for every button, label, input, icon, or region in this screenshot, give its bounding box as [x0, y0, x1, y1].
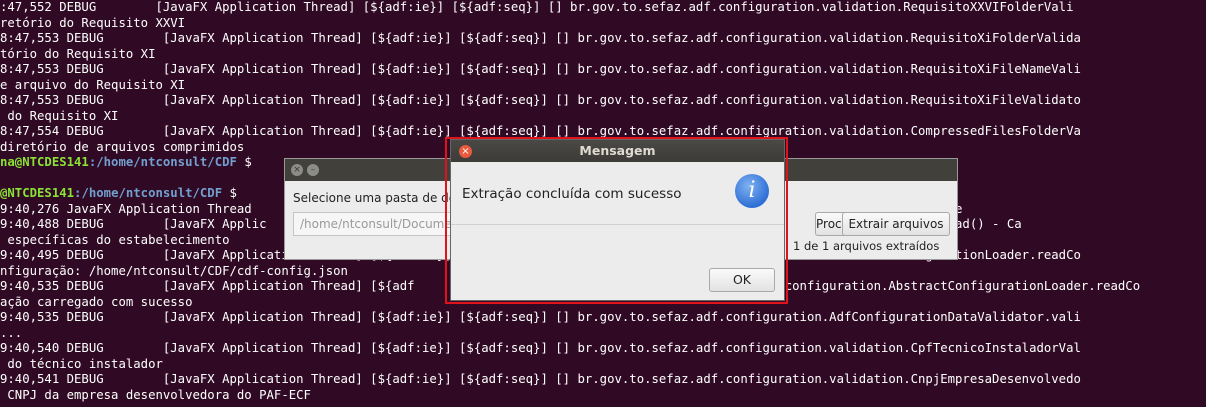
destination-path-field[interactable]: /home/ntconsult/Documentos	[293, 212, 461, 236]
dialog-title: Mensagem	[579, 143, 656, 158]
prompt-path: :/home/ntconsult/CDF	[88, 155, 237, 169]
prompt-path: :/home/ntconsult/CDF	[74, 186, 223, 200]
terminal-line: 8:47,554 DEBUG [JavaFX Application Threa…	[0, 124, 1081, 138]
terminal-line: do Requisito XI	[0, 108, 119, 123]
terminal-line: :47,552 DEBUG [JavaFX Application Thread…	[0, 0, 1074, 14]
terminal-line: ...	[0, 325, 23, 340]
info-icon: i	[735, 174, 769, 208]
prompt-user: @NTCDES141	[0, 186, 75, 200]
extract-files-button[interactable]: Extrair arquivos	[842, 212, 950, 236]
terminal-line: 9:40,535 DEBUG [JavaFX Application Threa…	[0, 310, 1081, 324]
prompt-symbol: $	[236, 155, 252, 169]
terminal-line: tório do Requisito XI	[0, 46, 156, 61]
terminal-line: 8:47,553 DEBUG [JavaFX Application Threa…	[0, 93, 1081, 107]
dialog-titlebar: × Mensagem	[451, 140, 784, 162]
prompt-user: na@NTCDES141	[0, 155, 89, 169]
terminal-line: 9:40,540 DEBUG [JavaFX Application Threa…	[0, 341, 1081, 355]
terminal-line: e arquivo do Requisito XI	[0, 77, 186, 92]
ok-button[interactable]: OK	[709, 268, 775, 292]
terminal-line: retório do Requisito XXVI	[0, 15, 186, 30]
terminal-line: 8:47,553 DEBUG [JavaFX Application Threa…	[0, 62, 1081, 76]
terminal-line: 8:47,553 DEBUG [JavaFX Application Threa…	[0, 31, 1081, 45]
terminal-line: do técnico instalador	[0, 356, 163, 371]
terminal-line: CNPJ da empresa desenvolvedora do PAF-EC…	[0, 387, 311, 402]
message-dialog: × Mensagem Extração concluída com sucess…	[451, 140, 784, 300]
prompt-symbol: $	[222, 186, 237, 200]
dialog-divider	[451, 224, 784, 225]
terminal-line: 9:40,541 DEBUG [JavaFX Application Threa…	[0, 372, 1081, 386]
minimize-icon[interactable]: –	[307, 164, 319, 176]
dialog-message: Extração concluída com sucesso	[462, 186, 682, 202]
close-icon[interactable]: ×	[291, 164, 303, 176]
extraction-status: 1 de 1 arquivos extraídos	[793, 239, 940, 253]
